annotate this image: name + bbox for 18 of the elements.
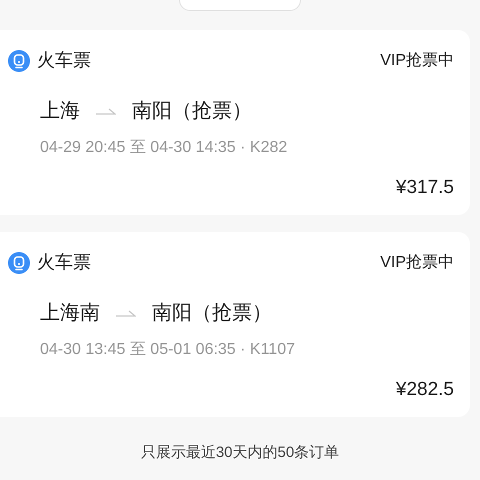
footer-note: 只展示最近30天内的50条订单 [140,443,340,463]
price: ¥317.5 [396,176,454,200]
order-card[interactable]: 火车票 VIP抢票中 上海南 南阳（抢票） 04-30 13:45 至 05-01 06:35 · K1107 ¥282.5 [0,232,470,417]
departure-city: 上海 [40,99,80,124]
top-tab[interactable] [179,0,301,11]
category-title: 火车票 [37,251,91,274]
category-title: 火车票 [37,49,91,72]
departure-city: 上海南 [40,301,100,326]
schedule-text: 04-30 13:45 至 05-01 06:35 · K1107 [40,340,295,360]
train-icon [8,252,30,274]
schedule-text: 04-29 20:45 至 04-30 14:35 · K282 [40,138,288,158]
order-card[interactable]: 火车票 VIP抢票中 上海 南阳（抢票） 04-29 20:45 至 04-30 14:35 · K282 ¥317.5 [0,30,470,215]
price: ¥282.5 [396,378,454,402]
arrival-city: 南阳（抢票） [152,301,272,326]
train-icon [8,50,30,72]
arrival-city: 南阳（抢票） [132,99,252,124]
order-status: VIP抢票中 [380,50,454,70]
order-status: VIP抢票中 [380,252,454,272]
